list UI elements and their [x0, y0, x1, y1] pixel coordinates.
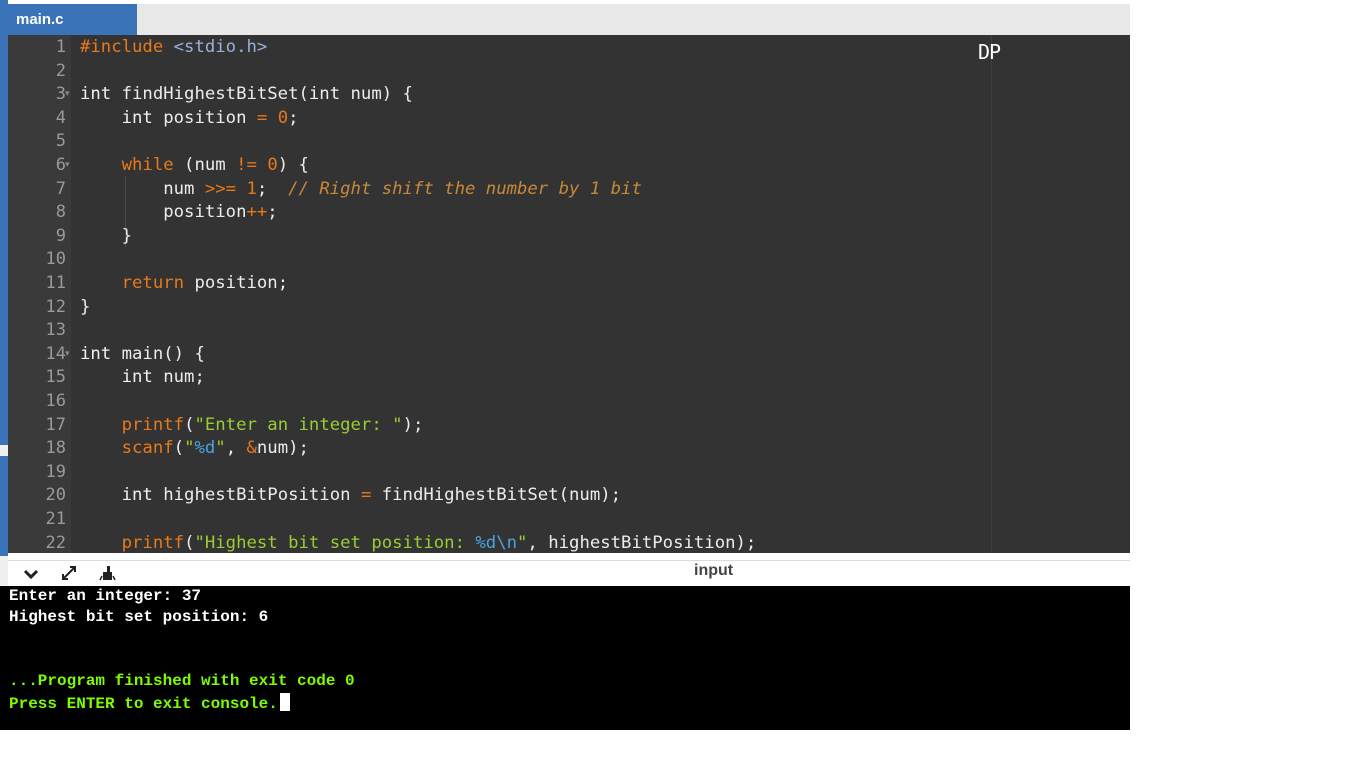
code-line: 5: [8, 130, 1130, 154]
clear-console-icon[interactable]: [97, 564, 119, 586]
console-toolbar: input: [8, 560, 1130, 587]
code-editor[interactable]: 1 #include <stdio.h> 2 3 ▾ int findHighestBit…: [8, 35, 1130, 553]
code-line: 2: [8, 60, 1130, 84]
file-tab-bar: main.c: [8, 4, 1130, 35]
line-number: 1: [55, 37, 66, 57]
input-tab-label[interactable]: input: [694, 562, 733, 580]
console-line: Press ENTER to exit console.: [9, 693, 290, 713]
line-number: 4: [55, 107, 66, 128]
fold-toggle-icon[interactable]: ▾: [65, 154, 70, 178]
code-line: 18 scanf("%d", &num);: [8, 437, 1130, 461]
code-line: 4 int position = 0;: [8, 107, 1130, 131]
console-line-text: ...Program finished with exit code 0: [9, 671, 355, 690]
output-console[interactable]: Enter an integer: 37 Highest bit set posi…: [0, 586, 1130, 730]
code-line: 11 return position;: [8, 272, 1130, 296]
line-number: 3: [55, 84, 66, 105]
line-number: 19: [45, 461, 66, 482]
code-line: 13: [8, 319, 1130, 343]
code-text: position++;: [80, 202, 278, 223]
code-line: 21: [8, 508, 1130, 532]
line-number: 6: [55, 155, 66, 175]
console-cursor: [279, 693, 290, 711]
code-text: int highestBitPosition = findHighestBitS…: [121, 485, 622, 506]
online-ide-window: main.c 1 #include <stdio.h> 2 3 ▾ int findHig…: [0, 0, 1130, 730]
line-number: 8: [55, 202, 66, 223]
line-number: 9: [55, 225, 66, 246]
fold-toggle-icon[interactable]: ▾: [65, 83, 70, 107]
code-line: 8 position++;: [8, 201, 1130, 225]
line-number: 13: [45, 320, 66, 341]
code-line: 9 }: [8, 225, 1130, 249]
code-text: int num;: [121, 367, 205, 388]
console-line: Enter an integer: 37: [9, 587, 201, 605]
code-text: int position = 0;: [121, 107, 299, 128]
code-text: scanf("%d", &num);: [121, 438, 309, 459]
code-text: printf("Highest bit set position: %d\n",…: [121, 532, 757, 553]
line-number: 16: [45, 391, 66, 411]
code-line: 15 int num;: [8, 366, 1130, 390]
line-number: 10: [45, 249, 66, 270]
code-line: 22 printf("Highest bit set position: %d\…: [8, 532, 1130, 553]
code-line: 6 ▾ while (num != 0) {: [8, 154, 1130, 178]
line-number: 2: [55, 60, 66, 81]
expand-arrows-icon[interactable]: [58, 564, 80, 586]
console-line-text: Enter an integer: 37: [9, 587, 202, 605]
code-text: }: [80, 225, 133, 246]
line-number: 22: [45, 532, 66, 553]
code-line: 7 num >>= 1; // Right shift the number b…: [8, 178, 1130, 202]
line-number: 18: [45, 438, 66, 459]
line-number: 5: [55, 131, 66, 152]
code-line: 12}: [8, 296, 1130, 320]
code-text: num >>= 1; // Right shift the number by …: [80, 178, 642, 199]
console-line-text: Highest bit set position: 6: [9, 608, 269, 627]
dp-watermark: DP: [978, 40, 1001, 64]
chevron-down-icon[interactable]: [20, 564, 42, 586]
console-line: ...Program finished with exit code 0: [9, 672, 355, 690]
code-text: printf("Enter an integer: ");: [121, 414, 424, 435]
code-text: #include <stdio.h>: [80, 37, 268, 57]
code-text: int findHighestBitSet(int num) {: [80, 84, 413, 105]
line-number: 11: [45, 273, 66, 293]
line-number: 7: [55, 178, 66, 199]
code-text: int main() {: [80, 343, 205, 364]
line-number: 14: [45, 343, 66, 364]
code-line: 1 #include <stdio.h>: [8, 36, 1130, 60]
code-line: 14 ▾ int main() {: [8, 343, 1130, 367]
console-line-text: Press ENTER to exit console.: [9, 695, 278, 713]
console-line: Highest bit set position: 6: [9, 608, 268, 626]
code-text: }: [80, 296, 91, 317]
line-number: 20: [45, 485, 66, 506]
code-line: 17 printf("Enter an integer: ");: [8, 414, 1130, 438]
line-number: 17: [45, 414, 66, 435]
code-line: 19: [8, 461, 1130, 485]
code-text: while (num != 0) {: [121, 155, 309, 175]
line-number: 12: [45, 296, 66, 317]
line-number: 21: [45, 509, 66, 529]
code-line: 20 int highestBitPosition = findHighestB…: [8, 484, 1130, 508]
line-number: 15: [45, 367, 66, 388]
code-line: 10: [8, 248, 1130, 272]
code-text: return position;: [121, 273, 289, 293]
tab-main-c[interactable]: main.c: [8, 4, 137, 35]
code-line: 16: [8, 390, 1130, 414]
code-line: 3 ▾ int findHighestBitSet(int num) {: [8, 83, 1130, 107]
fold-toggle-icon[interactable]: ▾: [65, 343, 70, 367]
